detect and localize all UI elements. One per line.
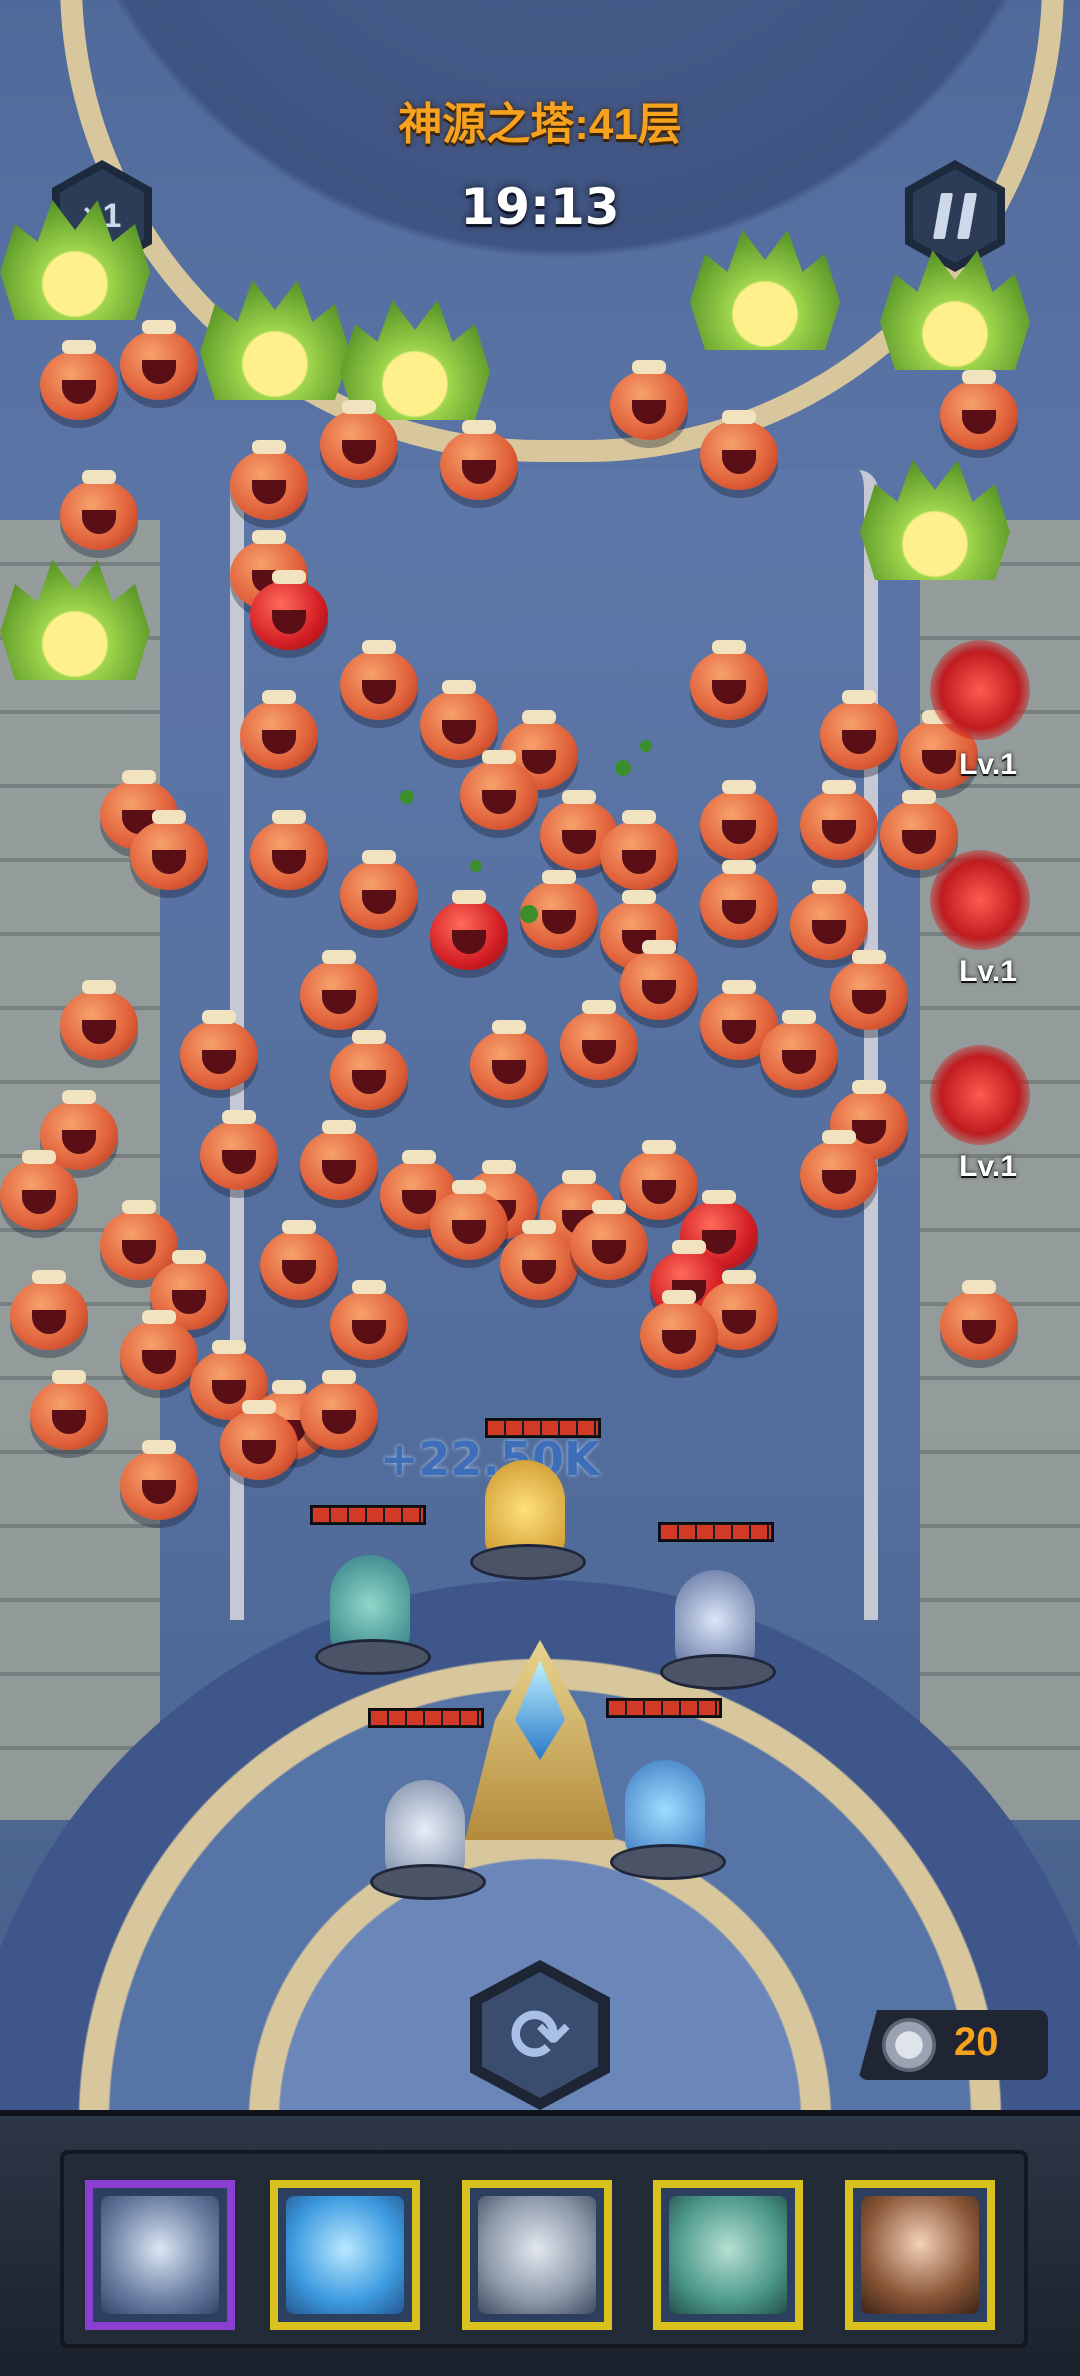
pomegranate-monster	[470, 1020, 548, 1100]
enemy-level-label: Lv.1	[959, 955, 1017, 988]
pomegranate-monster	[640, 1290, 718, 1370]
pomegranate-monster	[10, 1270, 88, 1350]
poison-bubble	[615, 760, 631, 776]
mech-hero[interactable]	[370, 1770, 486, 1900]
goddess-hero-portrait	[861, 2196, 979, 2314]
medusa-hero[interactable]	[315, 1545, 431, 1675]
hero-hp-bar	[658, 1522, 774, 1542]
mech-hero-card[interactable]	[85, 2180, 235, 2330]
pomegranate-monster	[700, 410, 778, 490]
pomegranate-monster	[340, 640, 418, 720]
pomegranate-monster	[0, 1150, 78, 1230]
pomegranate-monster	[60, 980, 138, 1060]
pomegranate-monster	[600, 810, 678, 890]
pomegranate-monster	[700, 860, 778, 940]
hero-hp-bar	[310, 1505, 426, 1525]
pomegranate-monster	[30, 1370, 108, 1450]
pomegranate-monster	[560, 1000, 638, 1080]
pomegranate-monster	[800, 1130, 878, 1210]
poison-bubble	[520, 905, 538, 923]
pomegranate-monster	[700, 780, 778, 860]
cyborg-hero[interactable]	[660, 1560, 776, 1690]
pomegranate-monster	[820, 690, 898, 770]
pomegranate-monster	[130, 810, 208, 890]
pomegranate-monster	[430, 890, 508, 970]
pomegranate-monster	[440, 420, 518, 500]
medusa-hero-card[interactable]	[653, 2180, 803, 2330]
pomegranate-monster	[120, 320, 198, 400]
pomegranate-monster	[240, 690, 318, 770]
pomegranate-monster	[120, 1440, 198, 1520]
poison-bubble	[400, 790, 414, 804]
pomegranate-monster	[500, 1220, 578, 1300]
pomegranate-monster	[690, 640, 768, 720]
mech-hero-portrait	[101, 2196, 219, 2314]
pause-icon	[932, 193, 978, 239]
pomegranate-monster	[40, 340, 118, 420]
angel-hero[interactable]	[470, 1450, 586, 1580]
pomegranate-monster	[200, 1110, 278, 1190]
poison-bubble	[470, 860, 482, 872]
pomegranate-monster	[800, 780, 878, 860]
pomegranate-monster	[330, 1280, 408, 1360]
pomegranate-monster	[230, 440, 308, 520]
pomegranate-monster	[250, 810, 328, 890]
coin-count: 20	[954, 2020, 999, 2064]
refresh-icon: ⟳	[482, 1972, 598, 2098]
pomegranate-monster	[260, 1220, 338, 1300]
enemy-level-label: Lv.1	[959, 748, 1017, 781]
pomegranate-monster	[940, 370, 1018, 450]
robot-hero-card[interactable]	[462, 2180, 612, 2330]
pomegranate-monster	[60, 470, 138, 550]
game-screen: 神源之塔:41层 19:13 ×1 Lv.1 Lv.1 Lv.1 +22.50K	[0, 0, 1080, 2376]
robot-hero-portrait	[478, 2196, 596, 2314]
fishbowl-hero-portrait	[286, 2196, 404, 2314]
pomegranate-monster	[300, 950, 378, 1030]
pomegranate-monster	[880, 790, 958, 870]
tower-floor-title: 神源之塔:41层	[398, 100, 682, 149]
poison-bubble	[640, 740, 652, 752]
pomegranate-monster	[940, 1280, 1018, 1360]
enemy-rage-icon	[930, 640, 1030, 740]
pomegranate-monster	[320, 400, 398, 480]
hero-hp-bar	[606, 1698, 722, 1718]
pomegranate-monster	[570, 1200, 648, 1280]
pomegranate-monster	[610, 360, 688, 440]
pomegranate-monster	[250, 570, 328, 650]
pomegranate-monster	[300, 1120, 378, 1200]
pomegranate-monster	[120, 1310, 198, 1390]
pomegranate-monster	[220, 1400, 298, 1480]
pomegranate-monster	[340, 850, 418, 930]
fishbowl-hero[interactable]	[610, 1750, 726, 1880]
pomegranate-monster	[300, 1370, 378, 1450]
pomegranate-monster	[760, 1010, 838, 1090]
pomegranate-monster	[330, 1030, 408, 1110]
medusa-hero-portrait	[669, 2196, 787, 2314]
pomegranate-monster	[830, 950, 908, 1030]
goddess-hero-card[interactable]	[845, 2180, 995, 2330]
hero-hp-bar	[485, 1418, 601, 1438]
pomegranate-monster	[430, 1180, 508, 1260]
durian-enemy	[860, 460, 1010, 580]
hero-hp-bar	[368, 1708, 484, 1728]
silver-coin-icon	[882, 2018, 936, 2072]
pomegranate-monster	[460, 750, 538, 830]
pomegranate-monster	[620, 940, 698, 1020]
pomegranate-monster	[180, 1010, 258, 1090]
pomegranate-monster	[620, 1140, 698, 1220]
enemy-rage-icon	[930, 850, 1030, 950]
fishbowl-hero-card[interactable]	[270, 2180, 420, 2330]
enemy-rage-icon	[930, 1045, 1030, 1145]
enemy-level-label: Lv.1	[959, 1150, 1017, 1183]
